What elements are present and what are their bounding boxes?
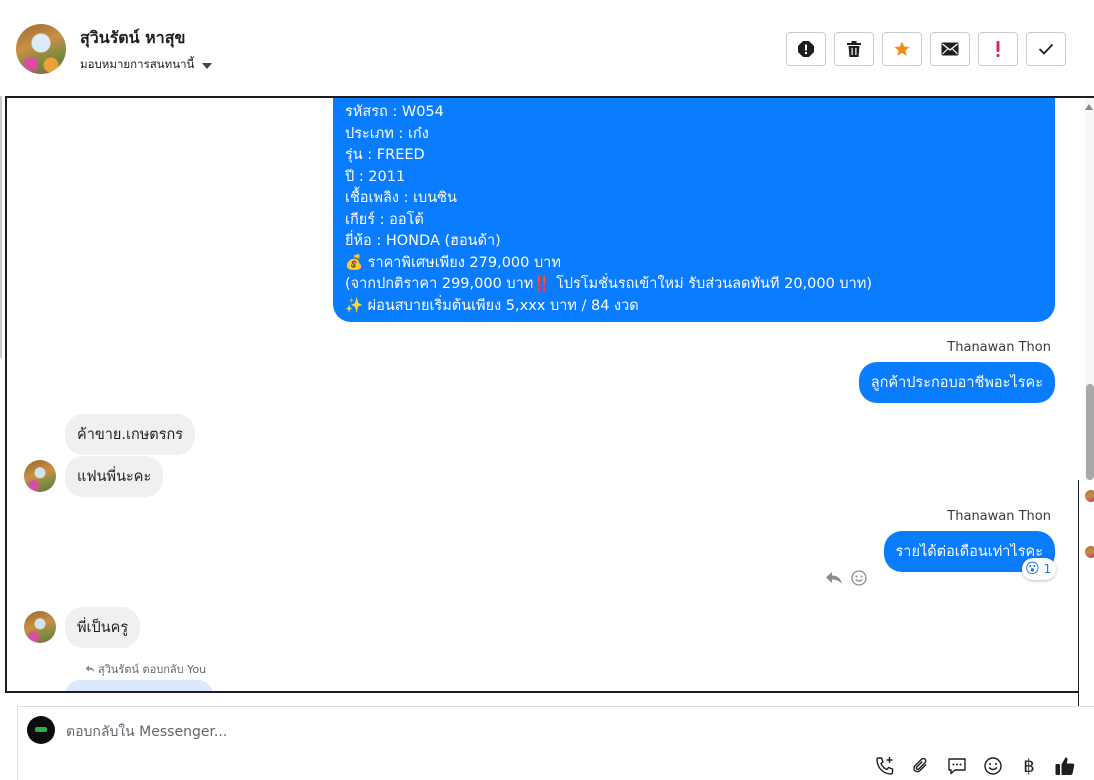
mark-done-button[interactable] [1026, 32, 1066, 66]
message-input[interactable]: ตอบกลับใน Messenger... [66, 721, 227, 743]
like-icon [1055, 757, 1075, 775]
saved-reply-icon [948, 758, 966, 775]
react-emoji-icon[interactable] [851, 570, 867, 586]
car-detail-line: เชื้อเพลิง : เบนซิน [345, 190, 457, 206]
car-detail-line: ปี : 2011 [345, 168, 406, 185]
assign-label: มอบหมายการสนทนานี้ [80, 57, 195, 71]
star-icon [894, 41, 910, 56]
car-detail-line: 💰 ราคาพิเศษเพียง 279,000 บาท [345, 254, 561, 271]
wow-emoji: 😮 [1025, 561, 1040, 577]
reply-arrow-icon [85, 665, 95, 673]
message-reaction[interactable]: 😮 1 [1022, 558, 1057, 580]
baht-icon: ฿ [1023, 755, 1035, 777]
attach-button[interactable] [910, 755, 932, 777]
emoji-icon [984, 757, 1002, 775]
contact-name[interactable]: สุวินรัตน์ หาสุข [80, 26, 185, 51]
report-icon [798, 41, 814, 57]
reply-context: สุวินรัตน์ ตอบกลับ You [85, 660, 206, 678]
incoming-message[interactable]: ค้าขาย.เกษตรกร [65, 414, 196, 455]
exclamation-icon [996, 41, 1000, 57]
side-contact-panel [1078, 480, 1094, 740]
contact-avatar-small[interactable] [24, 611, 56, 643]
saved-reply-button[interactable] [946, 755, 968, 777]
scroll-thumb[interactable] [1086, 384, 1094, 480]
check-icon [1038, 43, 1054, 55]
outgoing-car-details-message[interactable]: รหัสรถ : W054 ประเภท : เก๋ง รุ่น : FREED… [333, 98, 1055, 322]
trash-icon [847, 41, 861, 57]
delete-button[interactable] [834, 32, 874, 66]
payment-button[interactable]: ฿ [1018, 755, 1040, 777]
car-detail-line: (จากปกติราคา 299,000 บาท‼️ โปรโมชั่นรถเข… [345, 276, 872, 292]
left-divider [0, 96, 2, 358]
like-button[interactable] [1054, 755, 1076, 777]
paperclip-icon [913, 757, 927, 773]
car-detail-line: รหัสรถ : W054 [345, 104, 444, 120]
conversation-header: สุวินรัตน์ หาสุข มอบหมายการสนทนานี้ [0, 0, 1094, 96]
reaction-count: 1 [1043, 562, 1052, 576]
caret-down-icon [202, 63, 213, 69]
header-toolbar [786, 32, 1066, 66]
contact-avatar-tiny[interactable] [1085, 490, 1094, 502]
outgoing-message[interactable]: ลูกค้าประกอบอาชีพอะไรคะ [858, 362, 1055, 403]
emoji-button[interactable] [982, 755, 1004, 777]
phone-add-icon [876, 757, 894, 775]
mark-important-button[interactable] [978, 32, 1018, 66]
phone-add-button[interactable] [874, 755, 896, 777]
reply-icon[interactable] [825, 571, 843, 585]
star-button[interactable] [882, 32, 922, 66]
reply-context-label: สุวินรัตน์ ตอบกลับ You [98, 663, 207, 676]
car-detail-line: ยี่ห้อ : HONDA (ฮอนด้า) [345, 233, 501, 249]
message-thread[interactable]: รหัสรถ : W054 ประเภท : เก๋ง รุ่น : FREED… [5, 96, 1094, 693]
sender-name: Thanawan Thon [947, 340, 1051, 355]
incoming-message[interactable]: พี่เป็นครู [65, 607, 141, 648]
contact-avatar-small[interactable] [24, 460, 56, 492]
car-detail-line: รุ่น : FREED [345, 147, 425, 163]
assign-dropdown[interactable]: มอบหมายการสนทนานี้ [80, 56, 213, 74]
quoted-message-preview [65, 680, 213, 691]
car-detail-line: เกียร์ : ออโต้ [345, 211, 424, 228]
scroll-up-arrow[interactable] [1085, 104, 1093, 110]
page-avatar [27, 716, 55, 744]
car-detail-line: ประเภท : เก๋ง [345, 125, 429, 142]
car-detail-line: ✨ ผ่อนสบายเริ่มต้นเพียง 5,xxx บาท / 84 ง… [345, 297, 639, 314]
composer-toolbar: ฿ [874, 755, 1076, 777]
sender-name: Thanawan Thon [947, 509, 1051, 524]
mail-icon [941, 42, 959, 56]
incoming-message[interactable]: แฟนพี่นะคะ [65, 456, 164, 497]
contact-avatar[interactable] [16, 24, 66, 74]
contact-avatar-tiny[interactable] [1085, 546, 1094, 558]
reply-composer: ตอบกลับใน Messenger... ฿ [17, 706, 1094, 780]
mail-button[interactable] [930, 32, 970, 66]
message-actions [825, 570, 867, 586]
report-button[interactable] [786, 32, 826, 66]
